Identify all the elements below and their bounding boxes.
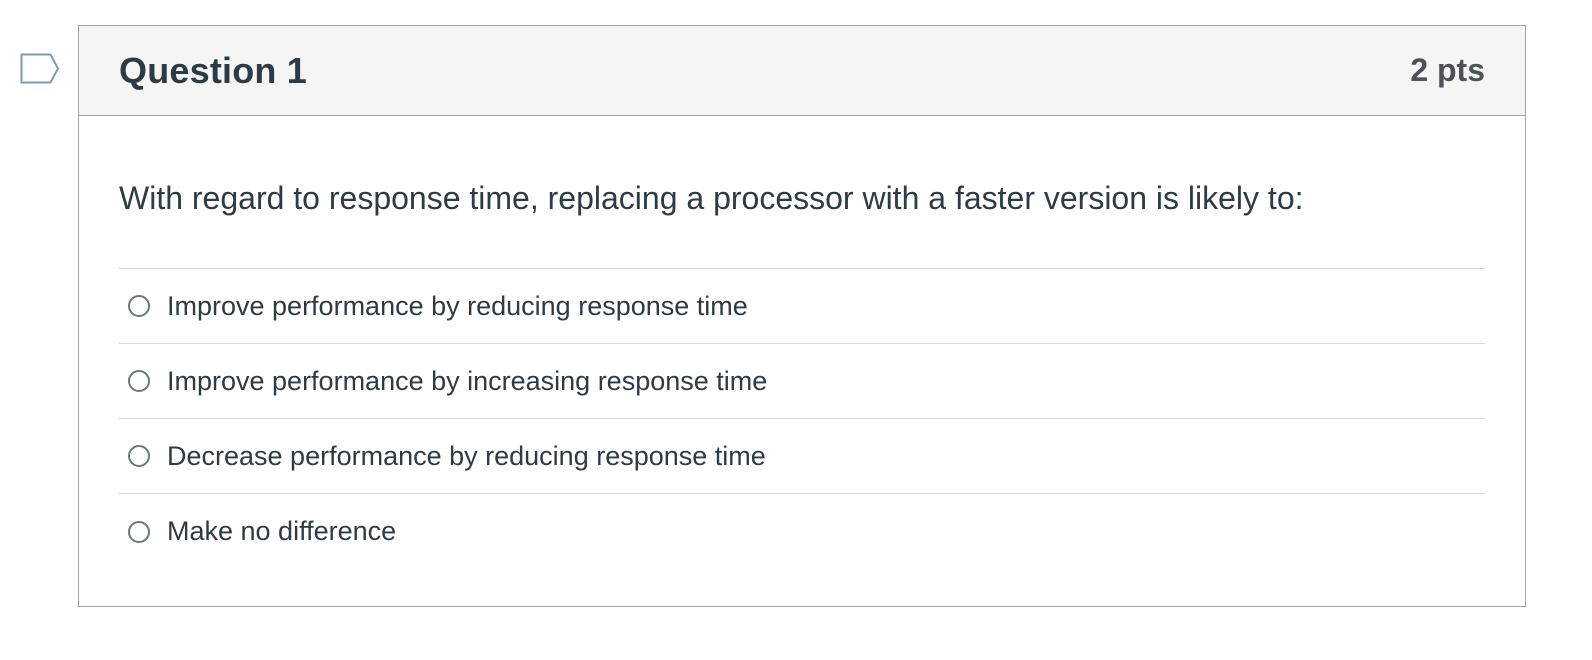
radio-button-icon[interactable] [128,370,150,392]
answer-label[interactable]: Improve performance by reducing response… [167,291,748,322]
answer-label[interactable]: Improve performance by increasing respon… [167,366,767,397]
radio-button-icon[interactable] [128,295,150,317]
flag-question-icon[interactable] [20,53,60,85]
answer-option[interactable]: Improve performance by increasing respon… [119,344,1485,419]
answer-list: Improve performance by reducing response… [119,268,1485,569]
answer-label[interactable]: Decrease performance by reducing respons… [167,441,766,472]
question-header: Question 1 2 pts [79,26,1525,116]
question-points: 2 pts [1410,52,1485,88]
question-title: Question 1 [119,49,308,91]
answer-option[interactable]: Make no difference [119,494,1485,569]
quiz-page: Question 1 2 pts With regard to response… [0,0,1592,660]
radio-button-icon[interactable] [128,520,150,543]
question-text: With regard to response time, replacing … [119,180,1304,216]
answer-option[interactable]: Decrease performance by reducing respons… [119,419,1485,494]
answer-option[interactable]: Improve performance by reducing response… [119,269,1485,344]
radio-button-icon[interactable] [128,445,150,467]
question-body: With regard to response time, replacing … [79,116,1525,569]
answer-label[interactable]: Make no difference [167,516,396,547]
question-card: Question 1 2 pts With regard to response… [78,25,1526,607]
